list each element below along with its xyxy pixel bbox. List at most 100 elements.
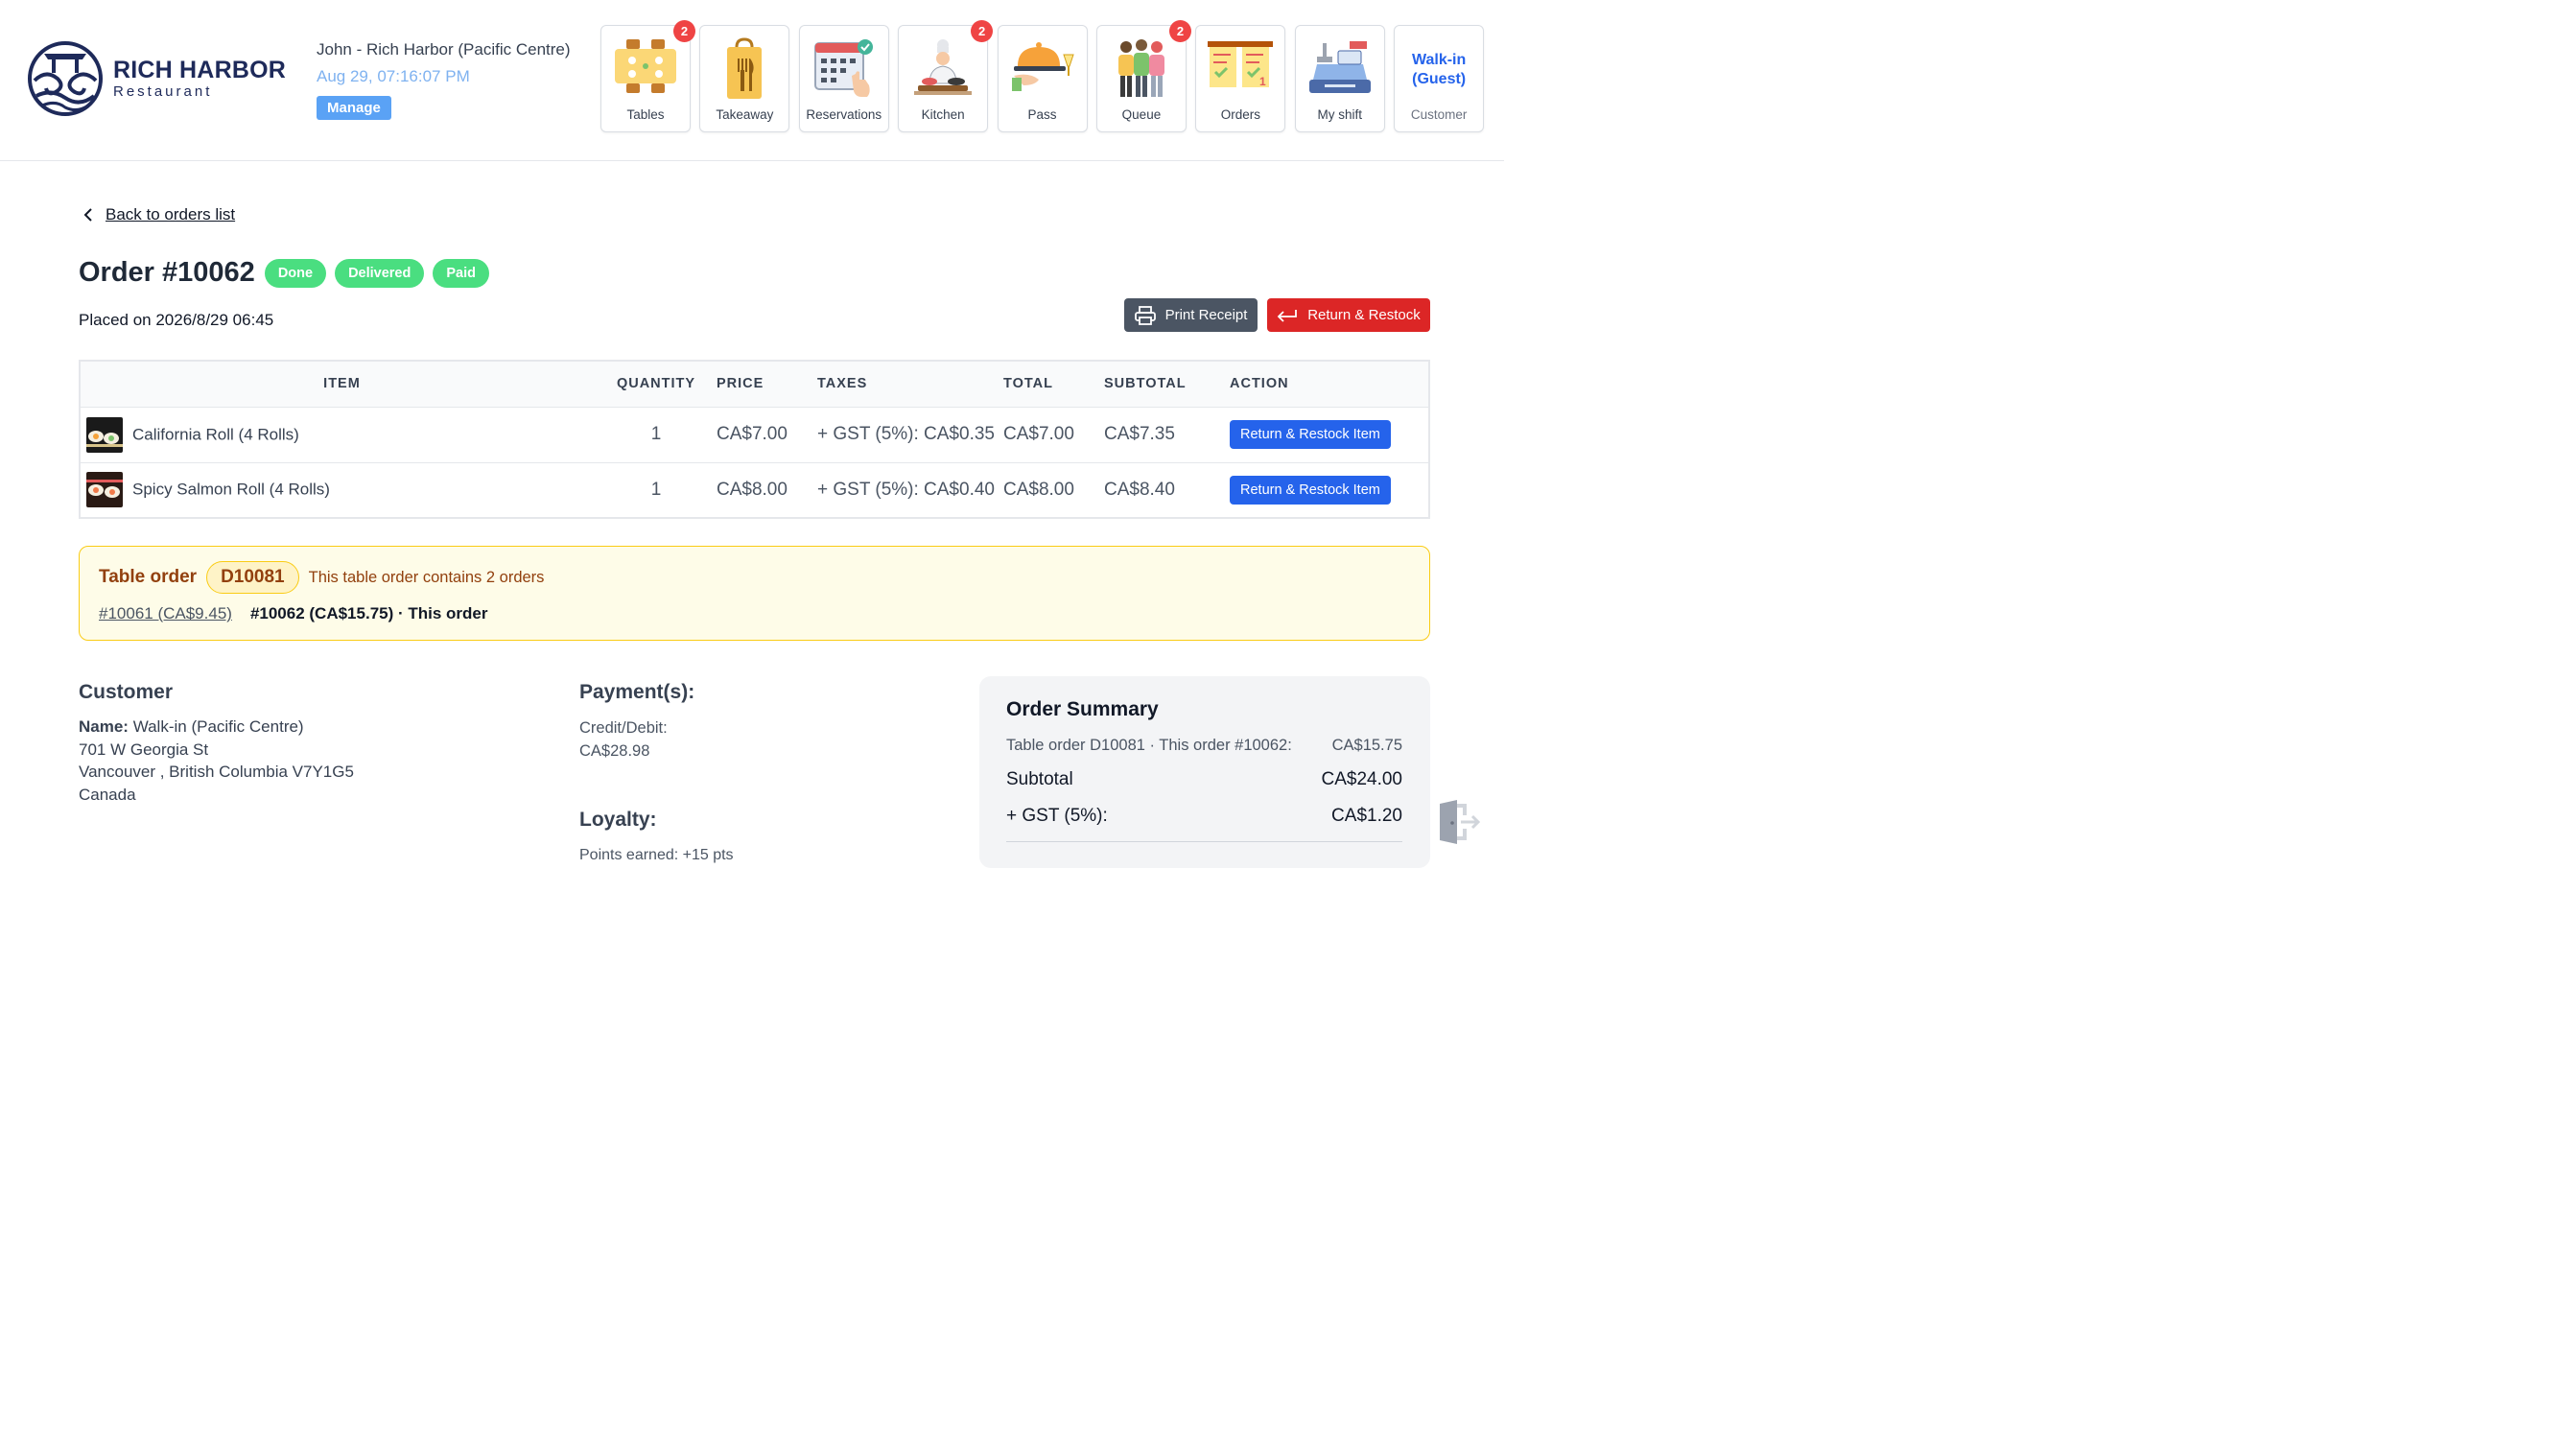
item-name: California Roll (4 Rolls)	[132, 425, 299, 443]
summary-divider	[1006, 841, 1402, 842]
total-cell: CA$7.00	[996, 407, 1096, 463]
price-cell: CA$8.00	[717, 479, 788, 500]
summary-gst-row: + GST (5%): CA$1.20	[1006, 806, 1402, 827]
people-queue-icon	[1117, 39, 1164, 97]
nav-tables[interactable]: Tables 2	[600, 20, 695, 132]
top-header: RICH HARBOR Restaurant John - Rich Harbo…	[0, 0, 1504, 161]
table-row: California Roll (4 Rolls) 1 CA$7.00 + GS…	[80, 407, 1429, 463]
summary-gst-value: CA$1.20	[1331, 806, 1402, 826]
action-cell: Return & Restock Item	[1217, 462, 1429, 518]
chef-icon	[914, 39, 973, 95]
main-nav: Tables 2 Takeaway Reservations Kitchen 2…	[600, 20, 1485, 132]
page-title: Order #10062	[79, 257, 255, 288]
col-item: ITEM	[80, 361, 603, 408]
brand-logo[interactable]: RICH HARBOR Restaurant	[27, 40, 286, 117]
return-restock-item-button[interactable]: Return & Restock Item	[1230, 475, 1391, 505]
summary-gst-label: + GST (5%):	[1006, 806, 1108, 826]
order-summary-heading: Order Summary	[1006, 698, 1159, 720]
takeaway-bag-icon	[727, 37, 763, 99]
col-taxes: TAXES	[810, 361, 996, 408]
customer-address-line1: 701 W Georgia St	[79, 740, 209, 759]
subtotal-cell: CA$8.40	[1104, 479, 1175, 500]
col-price: PRICE	[709, 361, 810, 408]
nav-queue[interactable]: Queue 2	[1095, 20, 1191, 132]
subtotal-cell: CA$7.35	[1096, 407, 1217, 463]
user-name: John - Rich Harbor (Pacific Centre)	[317, 40, 571, 59]
customer-name-value: Walk-in (Pacific Centre)	[128, 717, 304, 736]
order-summary-card: Order Summary Table order D10081 · This …	[979, 676, 1430, 868]
customer-country: Canada	[79, 785, 136, 804]
taxes-cell: + GST (5%): CA$0.35	[810, 407, 996, 463]
customer-name-line: Name: Walk-in (Pacific Centre)	[79, 716, 354, 739]
loyalty-heading: Loyalty:	[579, 809, 657, 831]
return-restock-item-button[interactable]: Return & Restock Item	[1230, 420, 1391, 449]
order-items-table: ITEM QUANTITY PRICE TAXES TOTAL SUBTOTAL…	[79, 360, 1430, 519]
table-header-row: ITEM QUANTITY PRICE TAXES TOTAL SUBTOTAL…	[80, 361, 1429, 408]
nav-my-shift[interactable]: My shift	[1294, 25, 1385, 132]
summary-table-order-row: Table order D10081 · This order #10062: …	[1006, 737, 1402, 755]
summary-subtotal-row: Subtotal CA$24.00	[1006, 769, 1402, 790]
price-cell: CA$7.00	[709, 407, 810, 463]
logout-icon[interactable]	[1436, 798, 1482, 846]
order-header: Order #10062 Done Delivered Paid	[79, 257, 498, 289]
nav-pass[interactable]: Pass	[997, 25, 1088, 132]
printer-icon	[1134, 305, 1156, 325]
nav-my-shift-label: My shift	[1317, 107, 1362, 122]
current-datetime: Aug 29, 07:16:07 PM	[317, 67, 470, 85]
customer-address-line2: Vancouver , British Columbia V7Y1G5	[79, 763, 354, 781]
payments-heading: Payment(s):	[579, 681, 695, 703]
status-badge-paid: Paid	[433, 258, 489, 288]
item-name: Spicy Salmon Roll (4 Rolls)	[132, 480, 330, 499]
cash-register-icon	[1308, 41, 1371, 93]
status-badge-delivered: Delivered	[335, 258, 425, 288]
calendar-icon	[813, 39, 873, 97]
payment-amount: CA$28.98	[579, 741, 650, 760]
loyalty-points-line: Points earned: +15 pts	[579, 847, 734, 863]
rich-harbor-logo-icon	[28, 41, 103, 116]
customer-name-label: Name:	[79, 717, 129, 736]
print-receipt-button[interactable]: Print Receipt	[1124, 298, 1258, 332]
table-order-note: This table order contains 2 orders	[308, 568, 545, 586]
table-order-code-badge: D10081	[206, 561, 299, 594]
payment-method: Credit/Debit:	[579, 719, 668, 737]
payments-section: Payment(s): Credit/Debit: CA$28.98	[579, 681, 694, 763]
table-order-title: Table order	[99, 567, 198, 587]
order-tickets-icon: 1	[1208, 41, 1274, 88]
print-receipt-label: Print Receipt	[1164, 307, 1248, 323]
brand-name: RICH HARBOR	[113, 57, 286, 83]
back-link-label: Back to orders list	[106, 205, 236, 223]
return-restock-label: Return & Restock	[1307, 307, 1421, 323]
nav-takeaway-label: Takeaway	[716, 107, 774, 122]
back-to-orders-link[interactable]: Back to orders list	[81, 205, 235, 224]
customer-section: Customer Name: Walk-in (Pacific Centre) …	[79, 681, 354, 806]
brand-subtitle: Restaurant	[113, 83, 213, 100]
total-cell: CA$8.00	[1003, 479, 1074, 500]
summary-table-order-label: Table order D10081 · This order #10062:	[1006, 737, 1292, 754]
nav-pass-label: Pass	[1027, 107, 1057, 122]
status-badge-done: Done	[264, 258, 327, 288]
item-cell: California Roll (4 Rolls)	[80, 407, 603, 463]
tables-icon	[615, 39, 676, 93]
summary-table-order-value: CA$15.75	[1331, 737, 1402, 754]
col-action: ACTION	[1217, 361, 1429, 408]
manage-button[interactable]: Manage	[317, 96, 391, 120]
nav-kitchen-label: Kitchen	[921, 107, 965, 122]
nav-orders[interactable]: 1 Orders	[1195, 25, 1286, 132]
item-cell: Spicy Salmon Roll (4 Rolls)	[80, 462, 603, 518]
related-order-link[interactable]: #10061 (CA$9.45)	[99, 604, 232, 623]
customer-heading: Customer	[79, 681, 174, 703]
tables-badge: 2	[673, 20, 695, 42]
customer-selector[interactable]: Walk-in (Guest) Customer	[1394, 25, 1485, 132]
return-restock-button[interactable]: Return & Restock	[1267, 298, 1430, 332]
spicy-salmon-roll-thumbnail	[86, 472, 123, 508]
svg-text:1: 1	[1259, 75, 1266, 88]
nav-kitchen[interactable]: Kitchen 2	[898, 20, 994, 132]
action-cell: Return & Restock Item	[1217, 407, 1429, 463]
col-total: TOTAL	[996, 361, 1096, 408]
current-order-label: #10062 (CA$15.75) · This order	[249, 604, 488, 622]
table-order-banner: Table order D10081 This table order cont…	[79, 546, 1430, 641]
nav-reservations[interactable]: Reservations	[798, 25, 889, 132]
user-info: John - Rich Harbor (Pacific Centre) Aug …	[317, 38, 571, 120]
serving-cloche-icon	[1011, 42, 1074, 91]
nav-takeaway[interactable]: Takeaway	[699, 25, 790, 132]
